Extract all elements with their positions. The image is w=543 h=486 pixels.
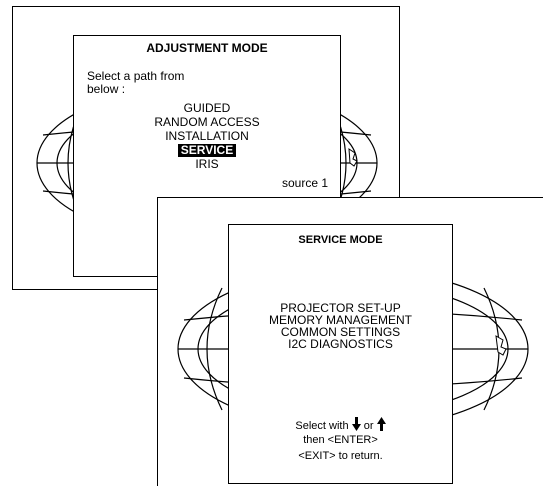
service-screen: SERVICE MODE PROJECTOR SET-UP MEMORY MAN… (157, 197, 543, 486)
hint-enter: then <ENTER> (303, 434, 378, 446)
hint-or: or (363, 420, 374, 432)
service-title: SERVICE MODE (298, 234, 383, 246)
adjustment-title: ADJUSTMENT MODE (146, 41, 268, 55)
hint-select-row: Select with or (229, 417, 452, 433)
menu-item-iris[interactable]: IRIS (74, 158, 340, 171)
hint-exit: <EXIT> to return. (298, 450, 383, 462)
arrow-down-icon (351, 417, 361, 431)
source-label: source 1 (281, 176, 328, 190)
menu-item-i2c-diagnostics[interactable]: I2C DIAGNOSTICS (229, 338, 452, 351)
menu-item-service-selected[interactable]: SERVICE (177, 144, 237, 157)
menu-item-installation[interactable]: INSTALLATION (74, 130, 340, 143)
prompt-line-2: below : (87, 82, 126, 96)
arrow-up-icon (376, 417, 386, 431)
menu-item-random-access[interactable]: RANDOM ACCESS (74, 116, 340, 129)
menu-item-guided[interactable]: GUIDED (74, 102, 340, 115)
hint-select-prefix: Select with (295, 420, 349, 432)
service-menu-panel: SERVICE MODE PROJECTOR SET-UP MEMORY MAN… (228, 224, 453, 484)
menu-item-service-row: SERVICE (74, 144, 340, 157)
